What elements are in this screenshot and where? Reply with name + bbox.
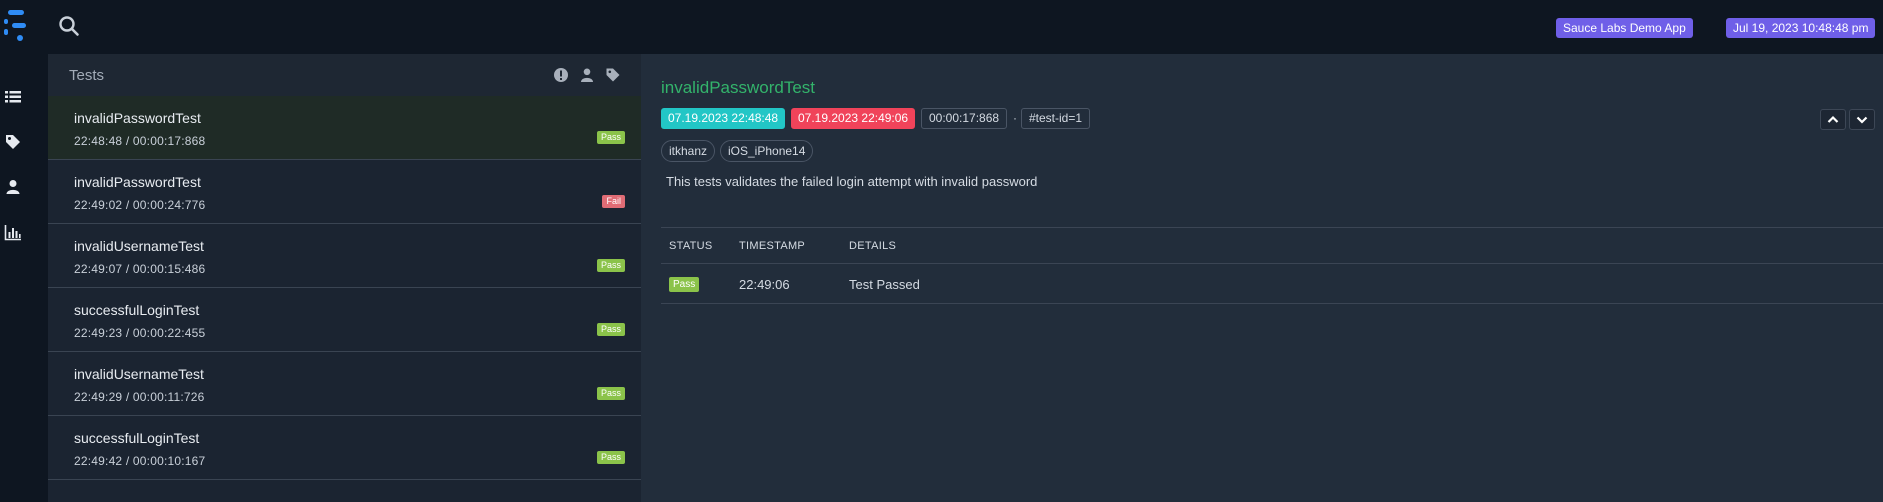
- test-description: This tests validates the failed login at…: [666, 174, 1038, 189]
- test-time-duration: 22:49:23 / 00:00:22:455: [74, 326, 206, 340]
- test-time-duration: 22:49:02 / 00:00:24:776: [74, 198, 206, 212]
- test-name: invalidUsernameTest: [74, 238, 204, 254]
- next-test-button[interactable]: [1849, 109, 1875, 130]
- tag-icon[interactable]: [4, 133, 22, 151]
- column-header-details: DETAILS: [849, 240, 897, 252]
- test-name: successfulLoginTest: [74, 430, 200, 446]
- status-badge: Pass: [669, 277, 700, 292]
- test-time-duration: 22:49:29 / 00:00:11:726: [74, 390, 205, 404]
- test-detail-panel: invalidPasswordTest 07.19.2023 22:48:48 …: [641, 54, 1883, 502]
- status-badge: Pass: [596, 131, 625, 144]
- start-time-badge: 07.19.2023 22:48:48: [661, 108, 786, 129]
- test-title: invalidPasswordTest: [661, 78, 816, 97]
- chevron-down-icon: [1856, 116, 1868, 124]
- test-list-item[interactable]: invalidUsernameTest 22:49:07 / 00:00:15:…: [48, 224, 641, 288]
- status-badge: Fail: [602, 195, 625, 208]
- exclamation-icon[interactable]: [553, 67, 569, 83]
- log-details: Test Passed: [849, 277, 920, 292]
- test-list-panel: Tests invalidPasswordTest 22:48:48 / 00:…: [48, 54, 641, 502]
- test-list-item[interactable]: successfulLoginTest 22:49:23 / 00:00:22:…: [48, 288, 641, 352]
- log-table-header: STATUS TIMESTAMP DETAILS: [661, 227, 1883, 264]
- status-badge: Pass: [596, 451, 625, 464]
- author-tag[interactable]: itkhanz: [661, 140, 716, 162]
- log-table: STATUS TIMESTAMP DETAILS Pass 22:49:06 T…: [661, 227, 1883, 304]
- device-tag[interactable]: iOS_iPhone14: [720, 140, 814, 162]
- list-icon[interactable]: [4, 88, 22, 106]
- bar-chart-icon[interactable]: [4, 223, 22, 241]
- test-id-badge: #test-id=1: [1021, 108, 1091, 129]
- status-badge: Pass: [596, 323, 625, 336]
- report-date-badge: Jul 19, 2023 10:48:48 pm: [1726, 18, 1876, 38]
- test-name: invalidPasswordTest: [74, 174, 201, 190]
- test-name: successfulLoginTest: [74, 302, 200, 318]
- test-list-title: Tests: [69, 67, 105, 84]
- top-bar: Sauce Labs Demo App Jul 19, 2023 10:48:4…: [0, 0, 1883, 54]
- search-icon[interactable]: [58, 15, 80, 37]
- status-badge: Pass: [596, 387, 625, 400]
- app-logo[interactable]: [4, 9, 30, 43]
- test-name: invalidUsernameTest: [74, 366, 204, 382]
- table-row: Pass 22:49:06 Test Passed: [661, 264, 1883, 304]
- end-time-badge: 07.19.2023 22:49:06: [791, 108, 916, 129]
- chevron-up-icon: [1827, 115, 1839, 123]
- tag-icon[interactable]: [605, 67, 621, 83]
- test-list-item[interactable]: successfulLoginTest 22:49:42 / 00:00:10:…: [48, 416, 641, 480]
- column-header-status: STATUS: [669, 240, 713, 252]
- duration-badge: 00:00:17:868: [921, 108, 1008, 129]
- separator: ·: [1013, 111, 1017, 125]
- test-list-item[interactable]: invalidPasswordTest 22:48:48 / 00:00:17:…: [48, 96, 641, 160]
- test-time-duration: 22:49:07 / 00:00:15:486: [74, 262, 206, 276]
- test-list-item[interactable]: invalidUsernameTest 22:49:29 / 00:00:11:…: [48, 352, 641, 416]
- status-badge: Pass: [596, 259, 625, 272]
- test-list-item[interactable]: invalidPasswordTest 22:49:02 / 00:00:24:…: [48, 160, 641, 224]
- test-time-duration: 22:48:48 / 00:00:17:868: [74, 134, 206, 148]
- user-icon[interactable]: [579, 67, 595, 83]
- previous-test-button[interactable]: [1820, 109, 1846, 130]
- column-header-timestamp: TIMESTAMP: [739, 240, 806, 252]
- side-nav: [0, 54, 48, 502]
- app-name-badge: Sauce Labs Demo App: [1556, 18, 1693, 38]
- user-icon[interactable]: [4, 178, 22, 196]
- log-timestamp: 22:49:06: [739, 277, 790, 292]
- test-name: invalidPasswordTest: [74, 110, 201, 126]
- test-time-duration: 22:49:42 / 00:00:10:167: [74, 454, 206, 468]
- test-list-header: Tests: [48, 54, 641, 96]
